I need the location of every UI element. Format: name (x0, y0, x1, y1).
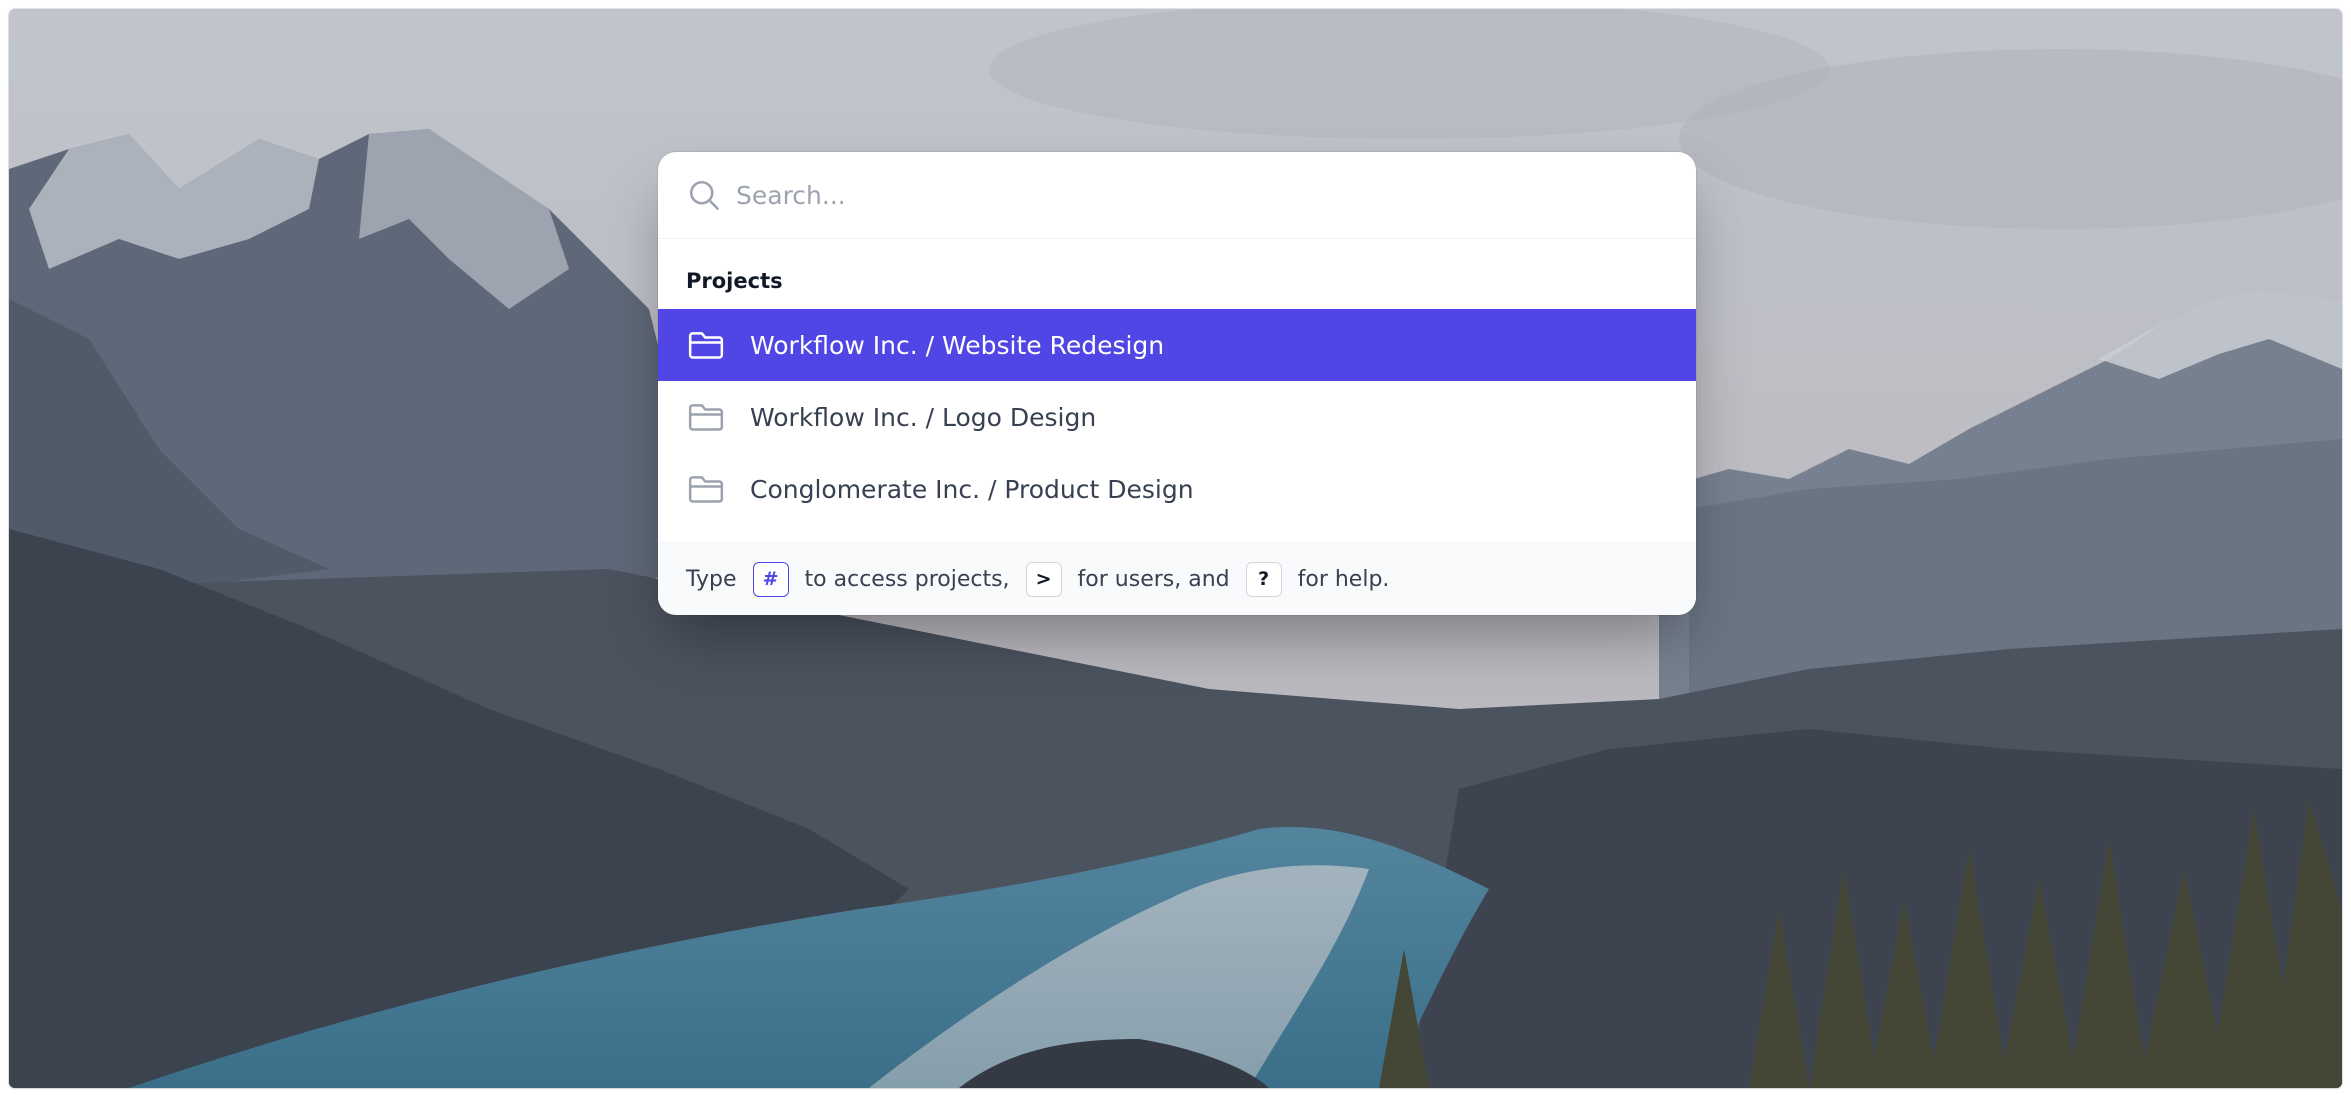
hint-text: for help. (1297, 566, 1390, 592)
project-option-website-redesign[interactable]: Workflow Inc. / Website Redesign (658, 309, 1696, 381)
folder-icon (686, 469, 726, 509)
project-option-logo-design[interactable]: Workflow Inc. / Logo Design (658, 381, 1696, 453)
project-option-product-design[interactable]: Conglomerate Inc. / Product Design (658, 453, 1696, 525)
projects-section-title: Projects (686, 269, 783, 293)
kbd-hash: # (752, 561, 789, 597)
project-option-label: Workflow Inc. / Logo Design (750, 402, 1097, 432)
search-input[interactable] (736, 165, 1696, 225)
search-icon (689, 180, 719, 210)
search-bar (658, 152, 1696, 239)
hint-text: to access projects, (804, 566, 1010, 592)
hint-text: Type (686, 566, 737, 592)
hint-text: for users, and (1077, 566, 1230, 592)
app-window: Projects Workflow Inc. / Website Redesig… (9, 9, 2342, 1088)
project-option-label: Conglomerate Inc. / Product Design (750, 474, 1194, 504)
folder-icon (686, 397, 726, 437)
kbd-greater-than: > (1025, 561, 1062, 597)
palette-footer-hint: Type # to access projects, > for users, … (658, 542, 1696, 615)
kbd-question-mark: ? (1245, 561, 1282, 597)
folder-icon (686, 325, 726, 365)
command-palette: Projects Workflow Inc. / Website Redesig… (658, 152, 1696, 615)
project-option-label: Workflow Inc. / Website Redesign (750, 330, 1165, 360)
